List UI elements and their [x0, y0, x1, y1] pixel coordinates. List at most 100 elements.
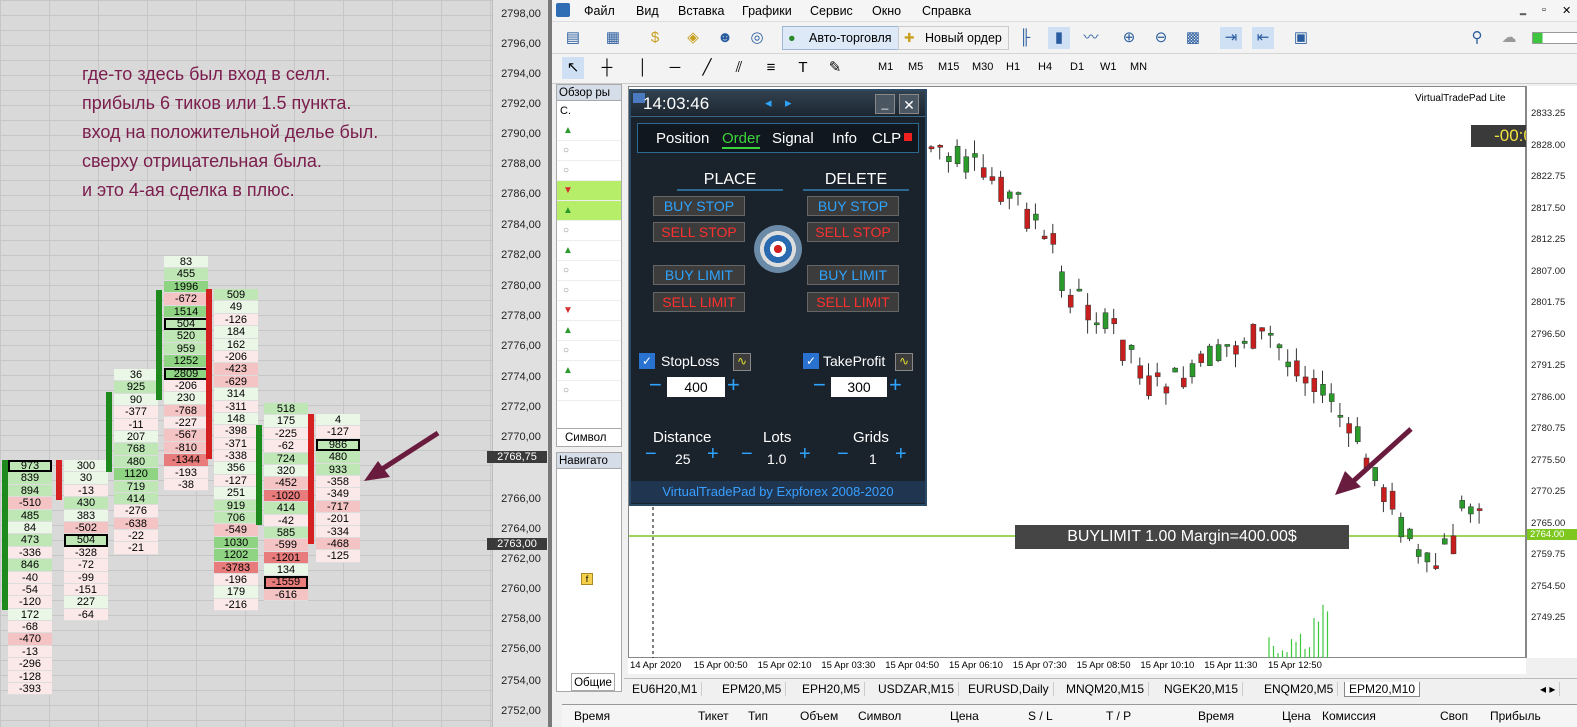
symbol-tab[interactable]: Символ	[557, 428, 621, 446]
sl-minus-button[interactable]: −	[649, 372, 662, 398]
grids-minus-button[interactable]: −	[837, 443, 849, 466]
menu-file[interactable]: Файл	[584, 4, 615, 18]
minimize-icon[interactable]: ‗	[1520, 4, 1526, 16]
tf-d1[interactable]: D1	[1070, 61, 1084, 73]
vertical-line-icon[interactable]: │	[632, 57, 654, 79]
delete-sell-limit-button[interactable]: SELL LIMIT	[807, 292, 899, 312]
vtp-minimize-icon[interactable]: _	[875, 94, 895, 114]
menu-tools[interactable]: Сервис	[810, 4, 853, 18]
chart-tab[interactable]: EURUSD,Daily	[964, 682, 1054, 696]
autoscroll-icon[interactable]: ⇥	[1220, 27, 1242, 49]
chart-tab[interactable]: EPM20,M5	[718, 682, 787, 696]
stoploss-checkbox[interactable]: ✓	[639, 353, 655, 369]
tp-plus-button[interactable]: +	[889, 372, 902, 398]
market-watch-row[interactable]: ○	[557, 141, 621, 161]
zoom-in-icon[interactable]: ⊕	[1118, 27, 1140, 49]
expert-icon[interactable]: f	[581, 573, 593, 585]
candles-icon[interactable]: ▮	[1048, 27, 1070, 49]
market-watch-row[interactable]: ○	[557, 221, 621, 241]
prev-arrow-icon[interactable]: ◂	[765, 95, 772, 111]
menu-window[interactable]: Окно	[872, 4, 901, 18]
tf-m5[interactable]: M5	[908, 61, 923, 73]
menu-help[interactable]: Справка	[922, 4, 971, 18]
market-watch-icon[interactable]: $	[644, 27, 666, 49]
terminal-column-header[interactable]: Цена	[1282, 709, 1311, 723]
tf-m30[interactable]: M30	[972, 61, 993, 73]
menu-view[interactable]: Вид	[636, 4, 659, 18]
stoploss-wave-icon[interactable]: ∿	[733, 353, 751, 371]
target-icon[interactable]	[754, 225, 802, 273]
navigator-icon[interactable]: ◈	[682, 27, 704, 49]
menu-charts[interactable]: Графики	[742, 4, 792, 18]
chart-tab[interactable]: NGEK20,M15	[1160, 682, 1244, 696]
terminal-column-header[interactable]: Время	[1198, 709, 1234, 723]
terminal-column-header[interactable]: Время	[574, 709, 610, 723]
tf-m1[interactable]: M1	[878, 61, 893, 73]
lots-minus-button[interactable]: −	[741, 443, 753, 466]
lots-plus-button[interactable]: +	[799, 443, 811, 466]
terminal-column-header[interactable]: T / P	[1106, 709, 1131, 723]
chart-tab[interactable]: MNQM20,M15	[1062, 682, 1150, 696]
close-icon[interactable]: ✕	[1562, 4, 1571, 17]
fibo-icon[interactable]: ≡	[760, 57, 782, 79]
takeprofit-wave-icon[interactable]: ∿	[895, 353, 913, 371]
line-chart-icon[interactable]: 〰	[1080, 27, 1102, 49]
tf-w1[interactable]: W1	[1100, 61, 1117, 73]
sl-plus-button[interactable]: +	[727, 372, 740, 398]
takeprofit-input[interactable]: 300	[831, 377, 887, 397]
place-buy-stop-button[interactable]: BUY STOP	[653, 196, 745, 216]
delete-buy-stop-button[interactable]: BUY STOP	[807, 196, 899, 216]
vtp-tab-info[interactable]: Info	[832, 130, 857, 147]
distance-plus-button[interactable]: +	[707, 443, 719, 466]
chart-tab[interactable]: EU6H20,M1	[628, 682, 703, 696]
distance-minus-button[interactable]: −	[645, 443, 657, 466]
market-watch-row[interactable]: ▲	[557, 241, 621, 261]
market-watch-row[interactable]: ▼	[557, 301, 621, 321]
terminal-column-header[interactable]: Цена	[950, 709, 979, 723]
bar-chart-icon[interactable]: ╟	[1014, 27, 1036, 49]
vtp-close-icon[interactable]: ✕	[899, 94, 919, 114]
market-watch-row[interactable]: ○	[557, 261, 621, 281]
lots-value[interactable]: 1.0	[767, 451, 786, 467]
profiles-icon[interactable]: ▦	[602, 27, 624, 49]
distance-value[interactable]: 25	[675, 451, 691, 467]
stoploss-input[interactable]: 400	[667, 377, 725, 397]
delete-buy-limit-button[interactable]: BUY LIMIT	[807, 265, 899, 285]
market-watch-row[interactable]: ▲	[557, 201, 621, 221]
general-tab[interactable]: Общие	[571, 673, 615, 691]
next-arrow-icon[interactable]: ▸	[785, 95, 792, 111]
trendline-icon[interactable]: ╱	[696, 57, 718, 79]
tester-icon[interactable]: ◎	[746, 27, 768, 49]
terminal-column-header[interactable]: Тип	[748, 709, 768, 723]
vtp-tab-clp[interactable]: CLP	[872, 130, 901, 147]
tf-m15[interactable]: M15	[938, 61, 959, 73]
autotrade-button[interactable]: ● Авто-торговля	[782, 26, 899, 50]
market-watch-row[interactable]: ▲	[557, 121, 621, 141]
terminal-column-header[interactable]: Объем	[800, 709, 838, 723]
shapes-icon[interactable]: ✎	[824, 57, 846, 79]
crosshair-icon[interactable]: ┼	[596, 57, 618, 79]
terminal-column-header[interactable]: Символ	[858, 709, 901, 723]
market-watch-row[interactable]: ▼	[557, 181, 621, 201]
text-icon[interactable]: T	[792, 57, 814, 79]
terminal-column-header[interactable]: Комиссия	[1322, 709, 1376, 723]
new-chart-icon[interactable]: ▤	[562, 27, 584, 49]
chart-shift-icon[interactable]: ⇤	[1252, 27, 1274, 49]
chart-tab[interactable]: EPH20,M5	[798, 682, 866, 696]
menu-insert[interactable]: Вставка	[678, 4, 724, 18]
search-icon[interactable]: ⚲	[1466, 27, 1488, 49]
market-watch-row[interactable]: ▲	[557, 321, 621, 341]
terminal-column-header[interactable]: Своп	[1440, 709, 1468, 723]
place-sell-limit-button[interactable]: SELL LIMIT	[653, 292, 745, 312]
place-sell-stop-button[interactable]: SELL STOP	[653, 222, 745, 242]
tf-mn[interactable]: MN	[1130, 61, 1147, 73]
zoom-out-icon[interactable]: ⊖	[1150, 27, 1172, 49]
chart-tab[interactable]: EPM20,M10	[1344, 682, 1421, 697]
terminal-column-header[interactable]: Тикет	[698, 709, 729, 723]
terminal-column-header[interactable]: S / L	[1028, 709, 1053, 723]
chart-tab[interactable]: USDZAR,M15	[874, 682, 960, 696]
restore-icon[interactable]: ▫	[1542, 4, 1546, 16]
tf-h1[interactable]: H1	[1006, 61, 1020, 73]
price-chart[interactable]: VirtualTradePad Lite -00:06:14 BUYLIMIT …	[628, 86, 1577, 659]
tab-scroll-icon[interactable]: ◂ ▸	[1536, 682, 1561, 696]
